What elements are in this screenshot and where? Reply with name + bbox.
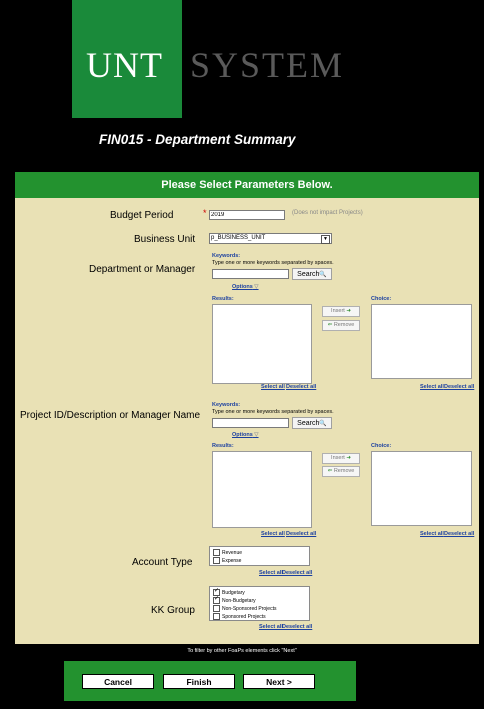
- dept-choice-deselect-all[interactable]: Deselect all: [444, 384, 474, 390]
- account-type-deselect-all[interactable]: Deselect all: [282, 570, 312, 576]
- kk-group-item-label: Non-Budgetary: [222, 597, 256, 604]
- kk-group-panel: Budgetary Non-Budgetary Non-Sponsored Pr…: [209, 586, 310, 621]
- account-type-item-revenue[interactable]: Revenue: [213, 549, 242, 556]
- kk-group-item-sponsored[interactable]: Sponsored Projects: [213, 613, 266, 620]
- checkbox[interactable]: [213, 557, 220, 564]
- account-type-item-expense[interactable]: Expense: [213, 557, 241, 564]
- kk-group-item-non-budgetary[interactable]: Non-Budgetary: [213, 595, 256, 604]
- department-label: Department or Manager: [89, 264, 196, 275]
- dept-keywords-hint: Type one or more keywords separated by s…: [212, 260, 334, 266]
- kk-group-select-all[interactable]: Select all: [259, 624, 283, 630]
- kk-group-deselect-all[interactable]: Deselect all: [282, 624, 312, 630]
- dept-search-button[interactable]: Search🔍: [292, 268, 332, 280]
- dept-results-select-all[interactable]: Select all: [261, 384, 285, 390]
- proj-search-label: Search: [297, 420, 320, 427]
- chevron-down-icon: ▼: [321, 235, 330, 244]
- dept-remove-label: Remove: [333, 322, 355, 328]
- proj-choice-select-all[interactable]: Select all: [420, 531, 444, 537]
- arrow-right-icon: ➜: [346, 455, 351, 461]
- dept-insert-label: Insert: [331, 308, 345, 314]
- proj-choice-label: Choice:: [371, 443, 392, 449]
- dept-keywords-label: Keywords:: [212, 253, 241, 259]
- arrow-right-icon: ➜: [346, 308, 351, 314]
- finish-button[interactable]: Finish: [163, 674, 235, 689]
- dept-keywords-input[interactable]: [212, 269, 289, 279]
- kk-group-item-label: Non-Sponsored Projects: [222, 605, 277, 612]
- proj-remove-label: Remove: [333, 468, 355, 474]
- kk-group-item-label: Sponsored Projects: [222, 613, 266, 620]
- proj-results-label: Results:: [212, 443, 234, 449]
- kk-group-item-non-sponsored[interactable]: Non-Sponsored Projects: [213, 605, 276, 612]
- budget-period-note: (Does not impact Projects): [292, 210, 363, 216]
- dept-search-label: Search: [297, 271, 320, 278]
- arrow-left-icon: ⇐: [327, 322, 333, 328]
- proj-insert-label: Insert: [331, 455, 345, 461]
- proj-insert-button[interactable]: Insert ➜: [322, 453, 360, 464]
- checkbox[interactable]: [213, 549, 220, 556]
- account-type-panel: Revenue Expense: [209, 546, 310, 566]
- dept-options-label: Options: [232, 284, 253, 290]
- dept-remove-button[interactable]: ⇐ Remove: [322, 320, 360, 331]
- checkbox[interactable]: [213, 605, 220, 612]
- account-type-select-all[interactable]: Select all: [259, 570, 283, 576]
- account-type-label: Account Type: [132, 557, 193, 568]
- dept-results-list[interactable]: [212, 304, 312, 384]
- proj-keywords-input[interactable]: [212, 418, 289, 428]
- filter-footnote: To filter by other FoaPs elements click …: [187, 648, 297, 654]
- page-title: FIN015 - Department Summary: [99, 132, 296, 147]
- account-type-item-label: Expense: [222, 557, 242, 564]
- business-unit-select[interactable]: p_BUSINESS_UNIT ▼: [209, 233, 332, 244]
- proj-choice-deselect-all[interactable]: Deselect all: [444, 531, 474, 537]
- proj-remove-button[interactable]: ⇐ Remove: [322, 466, 360, 477]
- proj-options-label: Options: [232, 432, 253, 438]
- dept-choice-label: Choice:: [371, 296, 392, 302]
- proj-choice-list[interactable]: [371, 451, 472, 526]
- logo-unt-text: UNT: [86, 45, 163, 85]
- next-button[interactable]: Next >: [243, 674, 315, 689]
- dept-options-link[interactable]: Options ▽: [232, 284, 259, 290]
- panel-header: Please Select Parameters Below.: [15, 172, 479, 198]
- chevron-down-icon: ▽: [252, 432, 259, 438]
- cancel-button[interactable]: Cancel: [82, 674, 154, 689]
- dept-insert-button[interactable]: Insert ➜: [322, 306, 360, 317]
- magnifier-icon: 🔍: [319, 421, 327, 427]
- proj-results-list[interactable]: [212, 451, 312, 528]
- proj-keywords-label: Keywords:: [212, 402, 241, 408]
- magnifier-icon: 🔍: [319, 272, 327, 278]
- proj-results-select-all[interactable]: Select all: [261, 531, 285, 537]
- proj-results-deselect-all[interactable]: Deselect all: [286, 531, 316, 537]
- proj-options-link[interactable]: Options ▽: [232, 432, 259, 438]
- budget-period-input[interactable]: [209, 210, 285, 220]
- dept-results-label: Results:: [212, 296, 234, 302]
- checkbox[interactable]: [213, 613, 220, 620]
- budget-period-label: Budget Period: [110, 210, 174, 221]
- proj-search-button[interactable]: Search🔍: [292, 417, 332, 429]
- kk-group-label: KK Group: [151, 605, 195, 616]
- proj-keywords-hint: Type one or more keywords separated by s…: [212, 409, 334, 415]
- dept-choice-list[interactable]: [371, 304, 472, 379]
- business-unit-label: Business Unit: [134, 234, 196, 245]
- required-marker: *: [203, 208, 207, 218]
- project-label: Project ID/Description or Manager Name: [20, 410, 201, 421]
- account-type-item-label: Revenue: [222, 549, 243, 556]
- checkbox-checked[interactable]: [213, 595, 220, 604]
- chevron-down-icon: ▽: [252, 284, 259, 290]
- arrow-left-icon: ⇐: [327, 468, 333, 474]
- kk-group-item-label: Budgetary: [222, 589, 245, 596]
- dept-choice-select-all[interactable]: Select all: [420, 384, 444, 390]
- business-unit-value: p_BUSINESS_UNIT: [211, 235, 266, 241]
- dept-results-deselect-all[interactable]: Deselect all: [286, 384, 316, 390]
- logo-system-text: SYSTEM: [190, 45, 345, 85]
